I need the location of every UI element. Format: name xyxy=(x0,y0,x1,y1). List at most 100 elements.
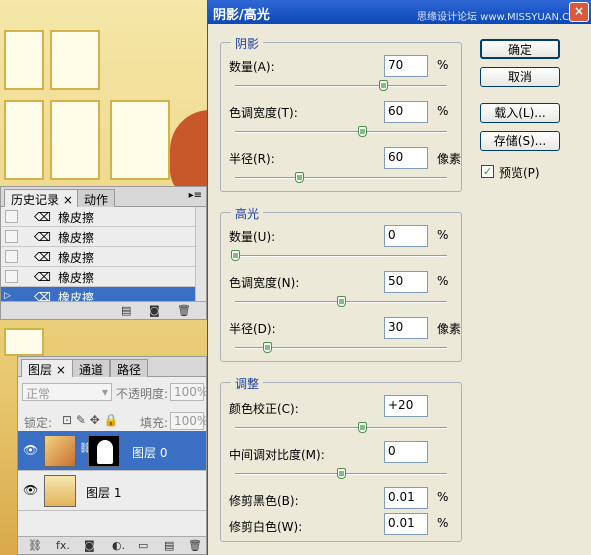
layer-mask-thumbnail[interactable] xyxy=(88,435,120,467)
unit-label: % xyxy=(437,490,449,504)
midtone-contrast-slider[interactable] xyxy=(337,468,346,479)
unit-label: % xyxy=(437,58,449,72)
lock-label: 锁定: xyxy=(24,416,53,430)
snapshot-checkbox[interactable] xyxy=(5,270,18,283)
panel-menu-icon[interactable]: ▸≡ xyxy=(189,190,202,201)
layers-panel: 图层 × 通道 路径 正常 ▾ 不透明度: 100% 锁定: ⊡ ✎ ✥ 🔒 填充… xyxy=(17,356,208,555)
slider-track[interactable] xyxy=(235,427,447,429)
shadows-tonal-width-input[interactable]: 60 xyxy=(384,101,428,123)
unit-label: 像素 xyxy=(437,322,462,336)
chevron-down-icon: ▾ xyxy=(101,385,108,399)
shadows-amount-input[interactable]: 70 xyxy=(384,55,428,77)
slider-track[interactable] xyxy=(235,177,447,179)
watermark: 思缘设计论坛 www.MISSYUAN.COM xyxy=(417,12,586,23)
history-footer: ▤ ◙ 🗑 xyxy=(1,301,206,319)
history-item-label: 橡皮擦 xyxy=(58,211,95,225)
tab-layers[interactable]: 图层 × xyxy=(21,359,73,377)
param-label: 修剪白色(W): xyxy=(229,520,303,534)
close-icon[interactable]: × xyxy=(63,193,73,207)
midtone-contrast-input[interactable]: 0 xyxy=(384,441,428,463)
tab-actions[interactable]: 动作 xyxy=(77,189,116,207)
close-button[interactable]: × xyxy=(569,2,589,22)
shadows-radius-input[interactable]: 60 xyxy=(384,147,428,169)
shadows-radius-slider[interactable] xyxy=(294,172,304,183)
history-item[interactable]: ⌫ 橡皮擦 xyxy=(1,207,197,227)
slider-track[interactable] xyxy=(235,255,447,257)
camera-icon[interactable]: ◙ xyxy=(149,304,160,317)
save-button[interactable]: 存储(S)... xyxy=(480,131,560,151)
color-correction-input[interactable]: +20 xyxy=(384,395,428,417)
layers-tabs: 图层 × 通道 路径 xyxy=(18,357,206,377)
cancel-button[interactable]: 取消 xyxy=(480,67,560,87)
unit-label: 像素 xyxy=(437,152,462,166)
layer-row[interactable]: 👁 图层 1 xyxy=(18,471,206,511)
group-title: 高光 xyxy=(231,205,264,222)
window-pane xyxy=(4,328,44,356)
tab-history[interactable]: 历史记录 × xyxy=(4,189,80,207)
slider-track[interactable] xyxy=(235,131,447,133)
highlights-tonal-width-input[interactable]: 50 xyxy=(384,271,428,293)
opacity-field[interactable]: 100% xyxy=(170,383,208,401)
unit-label: % xyxy=(437,228,449,242)
layer-row-selected[interactable]: 👁 ⛓ 图层 0 xyxy=(18,431,206,471)
new-layer-icon[interactable]: ▤ xyxy=(164,539,174,552)
new-document-icon[interactable]: ▤ xyxy=(121,304,131,317)
folder-icon[interactable]: ▭ xyxy=(138,539,148,552)
clip-black-input[interactable]: 0.01 xyxy=(384,487,428,509)
snapshot-checkbox[interactable] xyxy=(5,210,18,223)
unit-label: % xyxy=(437,274,449,288)
clip-white-input[interactable]: 0.01 xyxy=(384,513,428,535)
color-correction-slider[interactable] xyxy=(358,422,368,433)
tab-channels[interactable]: 通道 xyxy=(72,359,111,377)
mask-icon[interactable]: ◙ xyxy=(84,539,95,552)
slider-track[interactable] xyxy=(235,85,447,87)
shadows-amount-slider[interactable] xyxy=(379,80,389,91)
dialog-title: 阴影/高光 xyxy=(213,8,270,23)
highlights-radius-input[interactable]: 30 xyxy=(384,317,428,339)
load-button[interactable]: 载入(L)... xyxy=(480,103,560,123)
ok-button[interactable]: 确定 xyxy=(480,39,560,59)
layer-thumbnail xyxy=(44,475,76,507)
shadow-highlight-dialog: 阴影/高光 思缘设计论坛 www.MISSYUAN.COM × 阴影 数量(A)… xyxy=(207,0,591,555)
param-label: 修剪黑色(B): xyxy=(229,494,299,508)
window-pane xyxy=(50,100,100,180)
blend-mode-select[interactable]: 正常 ▾ xyxy=(22,383,112,401)
eye-icon[interactable]: 👁 xyxy=(23,443,38,457)
highlights-amount-slider[interactable] xyxy=(231,250,240,261)
history-item[interactable]: ⌫ 橡皮擦 xyxy=(1,247,197,267)
highlights-radius-slider[interactable] xyxy=(262,342,272,353)
param-label: 颜色校正(C): xyxy=(229,402,299,416)
history-item[interactable]: ⌫ 橡皮擦 xyxy=(1,267,197,287)
trash-icon[interactable]: 🗑 xyxy=(177,304,191,317)
shadows-tonal-width-slider[interactable] xyxy=(358,126,368,137)
snapshot-checkbox[interactable] xyxy=(5,230,18,243)
adjustment-icon[interactable]: ◐. xyxy=(112,539,125,552)
history-scrollbar[interactable] xyxy=(195,207,206,301)
history-item[interactable]: ⌫ 橡皮擦 xyxy=(1,227,197,247)
layer-thumbnail xyxy=(44,435,76,467)
history-panel: 历史记录 × 动作 ▸≡ ⌫ 橡皮擦 ⌫ 橡皮擦 ⌫ 橡皮擦 ⌫ 橡皮擦 ▷ ⌫… xyxy=(0,186,207,320)
link-layers-icon[interactable]: ⛓ xyxy=(28,539,42,552)
history-item-label: 橡皮擦 xyxy=(58,231,95,245)
param-label: 色调宽度(T): xyxy=(229,106,298,120)
fx-icon[interactable]: fx. xyxy=(56,539,70,552)
dialog-titlebar[interactable]: 阴影/高光 思缘设计论坛 www.MISSYUAN.COM × xyxy=(208,0,591,24)
fill-field[interactable]: 100% xyxy=(170,412,208,430)
lock-icons[interactable]: ⊡ ✎ ✥ 🔒 xyxy=(62,413,132,427)
layers-footer: ⛓ fx. ◙ ◐. ▭ ▤ 🗑 xyxy=(18,536,206,554)
param-label: 半径(R): xyxy=(229,152,275,166)
preview-label: 预览(P) xyxy=(499,166,540,180)
highlights-amount-input[interactable]: 0 xyxy=(384,225,428,247)
highlights-tonal-width-slider[interactable] xyxy=(337,296,346,307)
tab-paths[interactable]: 路径 xyxy=(110,359,149,377)
preview-checkbox[interactable]: ✓ xyxy=(481,165,494,178)
snapshot-checkbox[interactable] xyxy=(5,250,18,263)
trash-icon[interactable]: 🗑 xyxy=(188,539,202,552)
eraser-icon: ⌫ xyxy=(34,250,51,264)
param-label: 半径(D): xyxy=(229,322,276,336)
close-icon[interactable]: × xyxy=(56,363,66,377)
group-title: 调整 xyxy=(231,375,264,392)
history-tabs: 历史记录 × 动作 ▸≡ xyxy=(1,187,206,207)
eye-icon[interactable]: 👁 xyxy=(23,483,38,497)
group-title: 阴影 xyxy=(231,35,264,52)
